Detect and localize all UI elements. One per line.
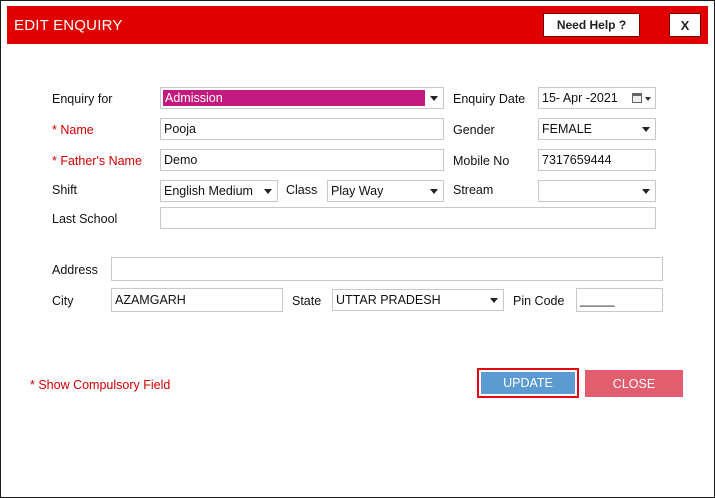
need-help-button[interactable]: Need Help ?: [543, 13, 640, 37]
state-select[interactable]: UTTAR PRADESH: [332, 289, 504, 311]
enquiry-date-value: 15- Apr -2021: [542, 91, 618, 105]
city-label: City: [52, 294, 74, 308]
mobile-input[interactable]: 7317659444: [538, 149, 656, 171]
calendar-icon[interactable]: [632, 93, 642, 103]
compulsory-field-note: * Show Compulsory Field: [30, 378, 171, 392]
class-select[interactable]: Play Way: [327, 180, 444, 202]
chevron-down-icon: [264, 189, 272, 194]
chevron-down-icon: [642, 127, 650, 132]
name-label: * Name: [52, 123, 94, 137]
address-label: Address: [52, 263, 98, 277]
father-name-input[interactable]: Demo: [160, 149, 444, 171]
stream-label: Stream: [453, 183, 494, 197]
class-label: Class: [286, 183, 318, 197]
gender-label: Gender: [453, 123, 495, 137]
pin-code-label: Pin Code: [513, 294, 565, 308]
chevron-down-icon: [645, 97, 651, 101]
mobile-label: Mobile No: [453, 154, 510, 168]
edit-enquiry-dialog: EDIT ENQUIRY Need Help ? X Enquiry for A…: [0, 0, 715, 498]
enquiry-date-picker[interactable]: 15- Apr -2021: [538, 87, 656, 109]
chevron-down-icon: [430, 189, 438, 194]
title-bar: EDIT ENQUIRY Need Help ? X: [7, 6, 708, 44]
chevron-down-icon: [430, 96, 438, 101]
father-name-label: * Father's Name: [52, 154, 142, 168]
address-input[interactable]: [111, 257, 663, 281]
city-input[interactable]: AZAMGARH: [111, 288, 283, 312]
gender-value: FEMALE: [542, 122, 593, 136]
shift-label: Shift: [52, 183, 78, 197]
class-value: Play Way: [331, 184, 384, 198]
pin-code-input[interactable]: _____: [576, 288, 663, 312]
enquiry-for-value: Admission: [163, 90, 425, 106]
dialog-title: EDIT ENQUIRY: [14, 17, 123, 34]
enquiry-for-select[interactable]: Admission: [160, 87, 444, 109]
stream-select[interactable]: [538, 180, 656, 202]
enquiry-for-label: Enquiry for: [52, 92, 113, 106]
update-button[interactable]: UPDATE: [477, 368, 579, 398]
last-school-label: Last School: [52, 212, 118, 226]
name-input[interactable]: Pooja: [160, 118, 444, 140]
close-dialog-button[interactable]: X: [669, 13, 701, 37]
chevron-down-icon: [490, 298, 498, 303]
chevron-down-icon: [642, 189, 650, 194]
state-label: State: [292, 294, 322, 308]
enquiry-date-label: Enquiry Date: [453, 92, 526, 106]
gender-select[interactable]: FEMALE: [538, 118, 656, 140]
last-school-input[interactable]: [160, 207, 656, 229]
close-button[interactable]: CLOSE: [585, 370, 683, 397]
shift-select[interactable]: English Medium: [160, 180, 278, 202]
shift-value: English Medium: [164, 184, 253, 198]
state-value: UTTAR PRADESH: [336, 293, 441, 307]
